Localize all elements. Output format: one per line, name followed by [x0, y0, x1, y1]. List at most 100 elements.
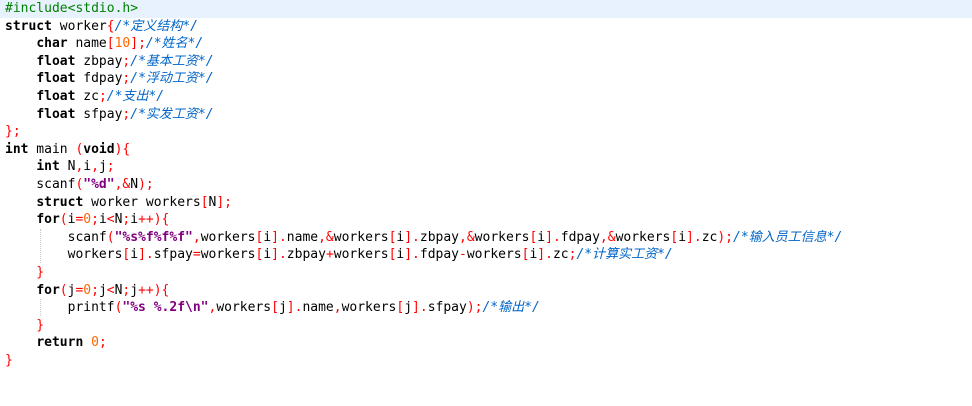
code-token: };	[5, 124, 21, 140]
code-token: j	[404, 300, 413, 316]
code-line[interactable]: struct worker{/*定义结构*/	[5, 18, 198, 36]
code-token: ].	[286, 300, 303, 316]
code-token: [	[271, 300, 279, 316]
code-token: ].	[537, 247, 553, 263]
code-token: N	[130, 177, 139, 192]
code-token: ].	[271, 247, 287, 263]
code-line[interactable]: for(i=0;i<N;i++){	[5, 211, 169, 229]
code-line[interactable]: workers[i].sfpay=workers[i].zbpay+worker…	[5, 246, 673, 264]
code-token: zc	[552, 247, 569, 263]
code-line[interactable]: int N,i,j;	[5, 158, 115, 176]
code-token: );	[466, 300, 483, 316]
code-token: /*定义结构*/	[114, 18, 198, 34]
code-editor[interactable]: #include<stdio.h> struct worker{/*定义结构*/ …	[0, 0, 972, 406]
code-token: struct	[36, 194, 84, 210]
code-token: 10	[114, 36, 131, 52]
code-token: /*计算实工资*/	[576, 247, 673, 263]
code-line[interactable]: struct worker workers[N];	[5, 194, 232, 212]
code-token: fdpay	[560, 229, 600, 245]
code-token: for	[36, 282, 60, 298]
code-token: zbpay	[419, 229, 460, 245]
code-token: "%s %.2f\n"	[122, 300, 209, 316]
code-token: return	[36, 335, 84, 351]
code-token: workers	[216, 300, 272, 316]
code-line[interactable]: };	[5, 123, 21, 141]
code-token: /*实发工资*/	[130, 106, 214, 122]
code-token: j	[98, 282, 107, 298]
code-token: ;	[91, 212, 99, 228]
code-token: workers	[474, 229, 530, 245]
code-line[interactable]: }	[5, 264, 44, 282]
code-token: ;	[98, 89, 107, 104]
code-token: =	[192, 247, 201, 263]
code-token: name	[302, 300, 334, 316]
code-token: char	[36, 36, 68, 52]
code-token: 0	[91, 335, 99, 351]
code-token: scanf	[5, 177, 76, 192]
code-token: );	[717, 229, 733, 245]
code-token: zbpay	[286, 247, 326, 263]
code-token: zc	[701, 229, 718, 245]
code-token: zbpay	[75, 53, 123, 69]
code-line[interactable]: printf("%s %.2f\n",workers[j].name,worke…	[5, 299, 540, 317]
code-token: sfpay	[153, 247, 193, 263]
code-line[interactable]: scanf("%d",&N);	[5, 176, 153, 194]
code-token: workers	[200, 247, 256, 263]
code-token: int	[36, 159, 60, 175]
code-line[interactable]: int main (void){	[5, 141, 130, 159]
code-token: [	[106, 36, 115, 52]
code-token: j	[98, 159, 107, 175]
code-token: workers	[333, 229, 389, 245]
code-token: ;	[106, 159, 115, 175]
code-token: ].	[545, 229, 561, 245]
code-token: /*支出*/	[106, 89, 165, 104]
code-line[interactable]: #include<stdio.h>	[5, 0, 138, 18]
code-token: float	[36, 71, 76, 87]
code-token: ].	[686, 229, 702, 245]
code-token: ];	[216, 194, 232, 210]
code-token: name	[67, 36, 107, 52]
code-token: ,&	[114, 177, 131, 192]
code-token: +	[325, 247, 334, 263]
code-line[interactable]: float sfpay;/*实发工资*/	[5, 106, 214, 124]
code-token: {	[106, 18, 115, 34]
code-token: j	[130, 282, 139, 298]
code-line[interactable]: }	[5, 352, 13, 370]
code-token: main	[28, 141, 76, 157]
code-token: ,&	[459, 229, 475, 245]
code-line[interactable]: return 0;	[5, 334, 106, 352]
code-line[interactable]: char name[10];/*姓名*/	[5, 35, 203, 53]
code-line[interactable]: float zbpay;/*基本工资*/	[5, 53, 213, 71]
code-token: workers	[341, 300, 397, 316]
code-token: j	[278, 300, 287, 316]
code-line[interactable]: float fdpay;/*浮动工资*/	[5, 70, 214, 88]
code-token: workers	[333, 247, 389, 263]
code-token: ].	[271, 229, 287, 245]
current-line-highlight	[0, 0, 972, 18]
code-token: fdpay	[75, 71, 123, 87]
code-token: i	[130, 247, 139, 263]
code-token: 0	[83, 212, 92, 228]
code-token: workers	[200, 229, 256, 245]
code-token: N	[59, 159, 76, 175]
code-token: }	[5, 353, 13, 368]
code-token: /*浮动工资*/	[130, 71, 214, 87]
code-line[interactable]: for(j=0;j<N;j++){	[5, 282, 169, 300]
code-token: [	[200, 194, 209, 210]
code-line[interactable]: scanf("%s%f%f%f",workers[i].name,&worker…	[5, 229, 843, 247]
code-token: <	[106, 282, 115, 298]
code-token: i	[83, 159, 92, 175]
code-token: #include<stdio.h>	[5, 1, 139, 16]
code-line[interactable]: float zc;/*支出*/	[5, 88, 164, 106]
code-line[interactable]: }	[5, 317, 44, 335]
code-token: "%d"	[83, 177, 115, 192]
